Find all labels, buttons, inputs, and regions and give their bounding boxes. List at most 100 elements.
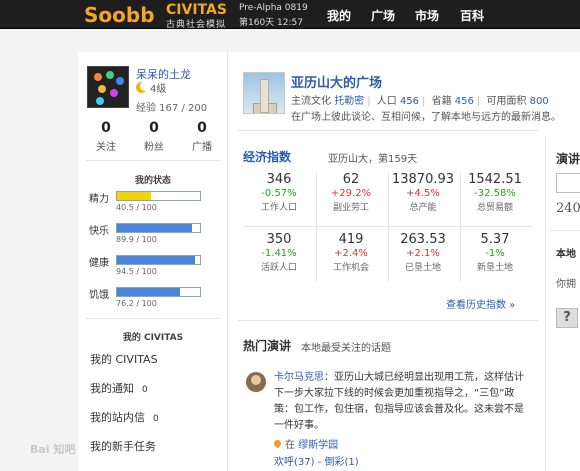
- main-content: 亚历山大的广场 主流文化 托勒密 | 人口 456 | 省籍 456 | 可用面积 8…: [228, 52, 580, 471]
- stat-fans[interactable]: 0 粉丝: [134, 120, 174, 153]
- stat-following[interactable]: 0 关注: [86, 120, 126, 153]
- econ-label: 总贸易额: [476, 203, 513, 213]
- divider: [550, 230, 580, 231]
- speaker-link[interactable]: 卡尔马克思: [274, 372, 324, 383]
- econ-label: 活跃人口: [260, 263, 297, 273]
- message-count: 0: [153, 414, 159, 424]
- history-index-link[interactable]: 查看历史指数 »: [446, 296, 515, 311]
- menu-newbie-tasks[interactable]: 我的新手任务: [90, 438, 156, 454]
- population-link[interactable]: 456: [400, 96, 419, 107]
- econ-value: 13870.93: [391, 172, 455, 187]
- plaza-meta: 主流文化 托勒密 | 人口 456 | 省籍 456 | 可用面积 800: [291, 96, 549, 107]
- econ-cell: 350 -1.41% 活跃人口: [243, 232, 315, 273]
- plaza-title[interactable]: 亚历山大的广场: [291, 72, 382, 91]
- econ-value: 263.53: [400, 232, 446, 247]
- brand-name: CIVITAS: [166, 2, 227, 18]
- nav-market[interactable]: 市场: [415, 7, 439, 24]
- avatar[interactable]: [87, 66, 129, 108]
- user-exp: 经验 167 / 200: [136, 103, 208, 114]
- econ-cell: 419 +2.4% 工作机会: [315, 232, 387, 273]
- econ-label: 工作人口: [260, 203, 297, 213]
- speech-text: 卡尔马克思：亚历山大城已经明显出现用工荒，这样估计下一步大家拉下线的时候会更加重…: [274, 370, 529, 434]
- my-civitas-title: 我的 CIVITAS: [122, 333, 184, 343]
- stat-label: 粉丝: [144, 142, 164, 153]
- econ-cell: 13870.93 +4.5% 总产能: [387, 172, 459, 213]
- bar-label: 饥饿: [89, 290, 109, 301]
- menu-my-civitas[interactable]: 我的 CIVITAS: [90, 351, 158, 367]
- char-counter: 240: [556, 201, 580, 216]
- menu-label: 我的站内信: [90, 411, 145, 424]
- nav-mine[interactable]: 我的: [327, 7, 351, 24]
- bar-label: 精力: [89, 194, 109, 205]
- speaker-avatar[interactable]: [246, 372, 266, 392]
- culture-link[interactable]: 托勒密: [334, 96, 364, 107]
- right-panel: 演讲 240 本地 你拥 ?: [545, 135, 580, 471]
- boo-button[interactable]: 倒彩(1): [325, 457, 359, 468]
- hot-speech-subtitle: 本地最受关注的话题: [301, 343, 391, 354]
- bar-label: 健康: [89, 258, 109, 269]
- econ-change: +29.2%: [330, 188, 372, 199]
- economy-subtitle: 亚历山大，第159天: [328, 154, 418, 165]
- divider: [238, 320, 538, 321]
- bar-fill: [117, 256, 196, 264]
- bar-value: 40.5 / 100: [116, 203, 157, 212]
- econ-value: 419: [338, 232, 364, 247]
- local-heading: 本地: [556, 249, 576, 260]
- status-title: 我的状态: [134, 176, 171, 186]
- top-bar: Soobb CIVITAS 古典社会模拟 Pre-Alpha 0819 第160…: [0, 0, 580, 30]
- location-prefix: 在: [285, 440, 295, 451]
- menu-notifications[interactable]: 我的通知 0: [90, 380, 148, 396]
- econ-cell: 1542.51 -32.58% 总贸易额: [459, 172, 531, 213]
- bar-track: [116, 223, 201, 233]
- econ-value: 346: [266, 172, 292, 187]
- site-logo[interactable]: Soobb: [84, 3, 155, 27]
- speech-input[interactable]: [556, 173, 580, 193]
- econ-label: 工作机会: [332, 263, 369, 273]
- stat-value: 0: [101, 120, 111, 136]
- brand-subtitle: 古典社会模拟: [166, 20, 227, 30]
- avatar-dot: [106, 71, 114, 79]
- econ-cell: 263.53 +2.1% 已垦土地: [387, 232, 459, 273]
- stat-value: 0: [197, 120, 207, 136]
- nav-plaza[interactable]: 广场: [371, 7, 395, 24]
- econ-label: 新垦土地: [476, 263, 513, 273]
- divider: [238, 130, 538, 131]
- menu-label: 我的新手任务: [90, 440, 156, 453]
- cheer-button[interactable]: 欢呼(37): [274, 457, 315, 468]
- econ-value: 62: [342, 172, 360, 187]
- location-link[interactable]: 缪斯学园: [298, 440, 338, 451]
- avatar-dot: [110, 89, 118, 97]
- help-button[interactable]: ?: [556, 308, 578, 328]
- econ-cell: 62 +29.2% 副业劳工: [315, 172, 387, 213]
- area-link[interactable]: 800: [530, 96, 549, 107]
- avatar-dot: [96, 97, 104, 105]
- level-text: 4级: [150, 84, 167, 95]
- bar-label: 快乐: [89, 226, 109, 237]
- econ-change: -0.57%: [261, 188, 297, 199]
- bar-value: 76.2 / 100: [116, 299, 157, 308]
- econ-change: +4.5%: [406, 188, 440, 199]
- bar-fill: [117, 224, 192, 232]
- follow-stats: 0 关注 0 粉丝 0 广播: [78, 120, 228, 153]
- location-pin-icon: [272, 438, 283, 449]
- bar-track: [116, 191, 201, 201]
- menu-label: 我的通知: [90, 382, 134, 395]
- plaza-description: 在广场上彼此谈论、互相问候，了解本地与远方的最新消息。: [291, 112, 561, 123]
- stat-broadcasts[interactable]: 0 广播: [182, 120, 222, 153]
- econ-change: -1%: [485, 248, 505, 259]
- hot-speech-title: 热门演讲: [243, 339, 292, 353]
- nav-wiki[interactable]: 百科: [460, 7, 484, 24]
- population-label: 人口: [376, 96, 397, 107]
- avatar-dot: [94, 73, 102, 81]
- plaza-image: [243, 72, 285, 114]
- econ-value: 5.37: [480, 232, 510, 247]
- econ-label: 已垦土地: [404, 263, 441, 273]
- province-link[interactable]: 456: [455, 96, 474, 107]
- user-level: 4级: [136, 80, 166, 95]
- bar-track: [116, 287, 201, 297]
- watermark: Bai 知吧: [30, 443, 76, 456]
- stat-value: 0: [149, 120, 159, 136]
- bar-value: 94.5 / 100: [116, 267, 157, 276]
- menu-messages[interactable]: 我的站内信 0: [90, 409, 159, 425]
- speech-reactions: 欢呼(37) - 倒彩(1): [274, 457, 359, 468]
